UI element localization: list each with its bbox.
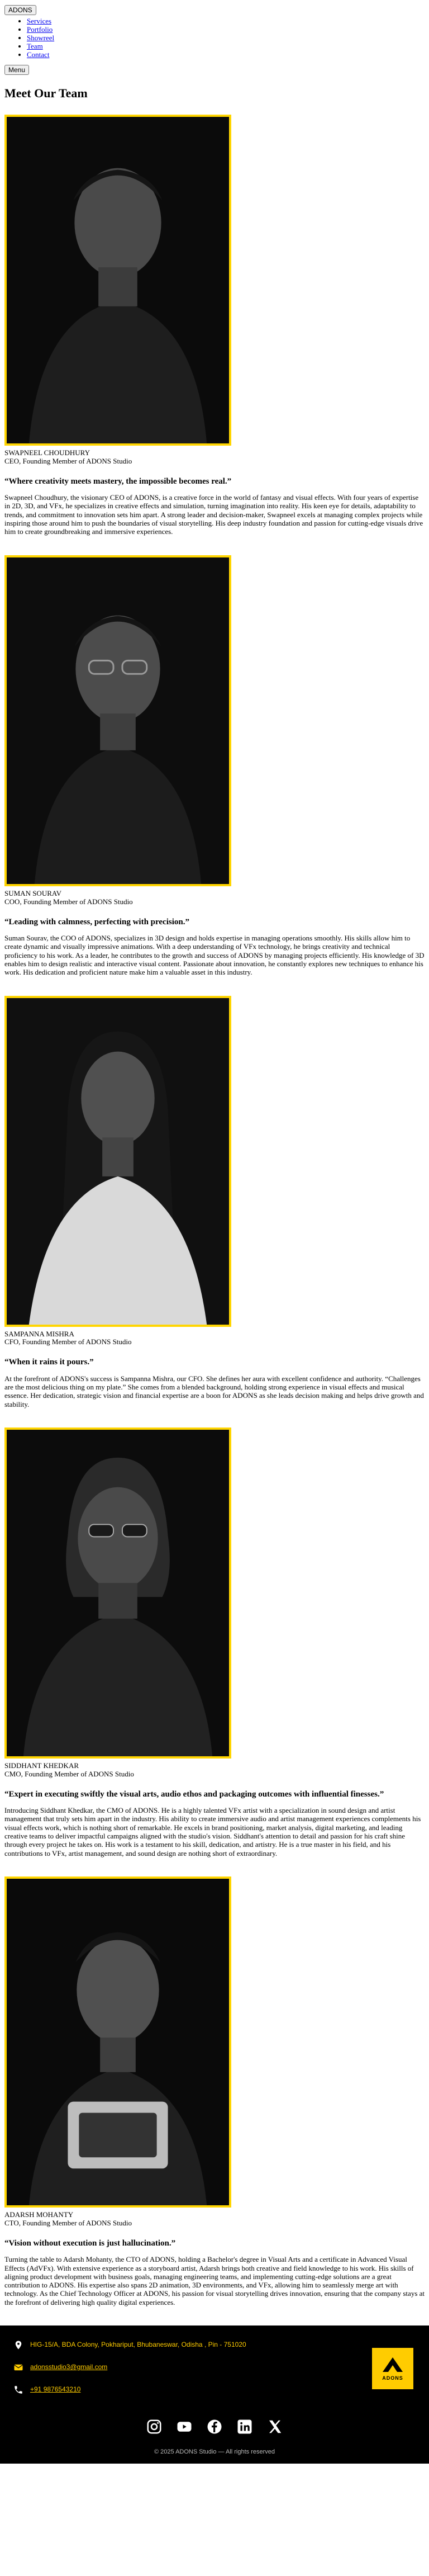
member-name: SAMPANNA MISHRA xyxy=(4,1329,74,1338)
member-photo xyxy=(4,1877,231,2208)
youtube-icon[interactable] xyxy=(175,2417,194,2436)
member-name: SUMAN SOURAV xyxy=(4,888,61,897)
member-quote: “When it rains it pours.” xyxy=(4,1358,94,1367)
nav-item-contact: Contact xyxy=(27,50,425,59)
member-photo xyxy=(4,1427,231,1759)
x-icon[interactable] xyxy=(265,2417,284,2436)
team-member-card: ADARSH MOHANTY CTO, Founding Member of A… xyxy=(4,1877,425,2306)
member-bio: Swapneel Choudhury, the visionary CEO of… xyxy=(4,493,423,536)
member-name: SIDDHANT KHEDKAR xyxy=(4,1761,79,1770)
nav-item-showreel: Showreel xyxy=(27,34,425,42)
member-name: ADARSH MOHANTY xyxy=(4,2210,74,2219)
footer-address: HIG-15/A, BDA Colony, Pokhariput, Bhuban… xyxy=(13,2340,416,2350)
member-role: COO, Founding Member of ADONS Studio xyxy=(4,897,133,906)
nav-item-services: Services xyxy=(27,17,425,26)
adons-logo-icon xyxy=(383,2357,403,2372)
member-quote: “Where creativity meets mastery, the imp… xyxy=(4,476,232,486)
nav-item-portfolio: Portfolio xyxy=(27,25,425,34)
team-member-card: SWAPNEEL CHOUDHURY CEO, Founding Member … xyxy=(4,114,425,536)
member-bio: Introducing Siddhant Khedkar, the CMO of… xyxy=(4,1806,421,1857)
member-bio: At the forefront of ADONS's success is S… xyxy=(4,1374,424,1408)
member-role: CEO, Founding Member of ADONS Studio xyxy=(4,456,132,465)
site-footer: HIG-15/A, BDA Colony, Pokhariput, Bhuban… xyxy=(0,2326,429,2464)
email-link[interactable]: adonsstudio3@gmail.com xyxy=(30,2363,107,2371)
member-quote: “Vision without execution is just halluc… xyxy=(4,2238,176,2248)
social-links xyxy=(13,2417,416,2436)
member-role: CFO, Founding Member of ADONS Studio xyxy=(4,1337,132,1346)
nav-link-contact[interactable]: Contact xyxy=(27,50,49,59)
footer-phone: +91 9876543210 xyxy=(13,2385,416,2395)
mail-icon xyxy=(13,2362,23,2372)
member-name: SWAPNEEL CHOUDHURY xyxy=(4,448,90,457)
nav-item-team: Team xyxy=(27,42,425,51)
team-member-card: SUMAN SOURAV COO, Founding Member of ADO… xyxy=(4,555,425,977)
nav-link-services[interactable]: Services xyxy=(27,17,51,25)
copyright-text: © 2025 ADONS Studio — All rights reserve… xyxy=(154,2449,275,2456)
footer-email: adonsstudio3@gmail.com xyxy=(13,2362,416,2372)
address-text: HIG-15/A, BDA Colony, Pokhariput, Bhuban… xyxy=(30,2341,246,2349)
location-pin-icon xyxy=(13,2340,23,2350)
linkedin-icon[interactable] xyxy=(235,2417,254,2436)
member-bio: Suman Sourav, the COO of ADONS, speciali… xyxy=(4,933,425,977)
nav-link-portfolio[interactable]: Portfolio xyxy=(27,25,53,34)
facebook-icon[interactable] xyxy=(205,2417,224,2436)
nav-link-team[interactable]: Team xyxy=(27,42,43,50)
member-bio: Turning the table to Adarsh Mohanty, the… xyxy=(4,2255,425,2306)
brand-button[interactable]: ADONS xyxy=(4,5,36,15)
page-title: Meet Our Team xyxy=(4,86,88,100)
member-photo xyxy=(4,995,231,1327)
member-quote: “Leading with calmness, perfecting with … xyxy=(4,917,189,927)
member-role: CTO, Founding Member of ADONS Studio xyxy=(4,2218,132,2227)
team-member-card: SIDDHANT KHEDKAR CMO, Founding Member of… xyxy=(4,1427,425,1857)
instagram-icon[interactable] xyxy=(145,2417,164,2436)
menu-button[interactable]: Menu xyxy=(4,64,30,75)
member-quote: “Expert in executing swiftly the visual … xyxy=(4,1789,384,1799)
phone-icon xyxy=(13,2385,23,2395)
nav-link-showreel[interactable]: Showreel xyxy=(27,34,54,42)
member-role: CMO, Founding Member of ADONS Studio xyxy=(4,1769,134,1778)
member-photo xyxy=(4,555,231,886)
team-member-card: SAMPANNA MISHRA CFO, Founding Member of … xyxy=(4,995,425,1408)
phone-link[interactable]: +91 9876543210 xyxy=(30,2385,80,2394)
footer-logo: ADONS xyxy=(372,2348,413,2390)
member-photo xyxy=(4,114,231,446)
nav-list: Services Portfolio Showreel Team Contact xyxy=(4,17,425,59)
footer-logo-text: ADONS xyxy=(382,2375,403,2381)
